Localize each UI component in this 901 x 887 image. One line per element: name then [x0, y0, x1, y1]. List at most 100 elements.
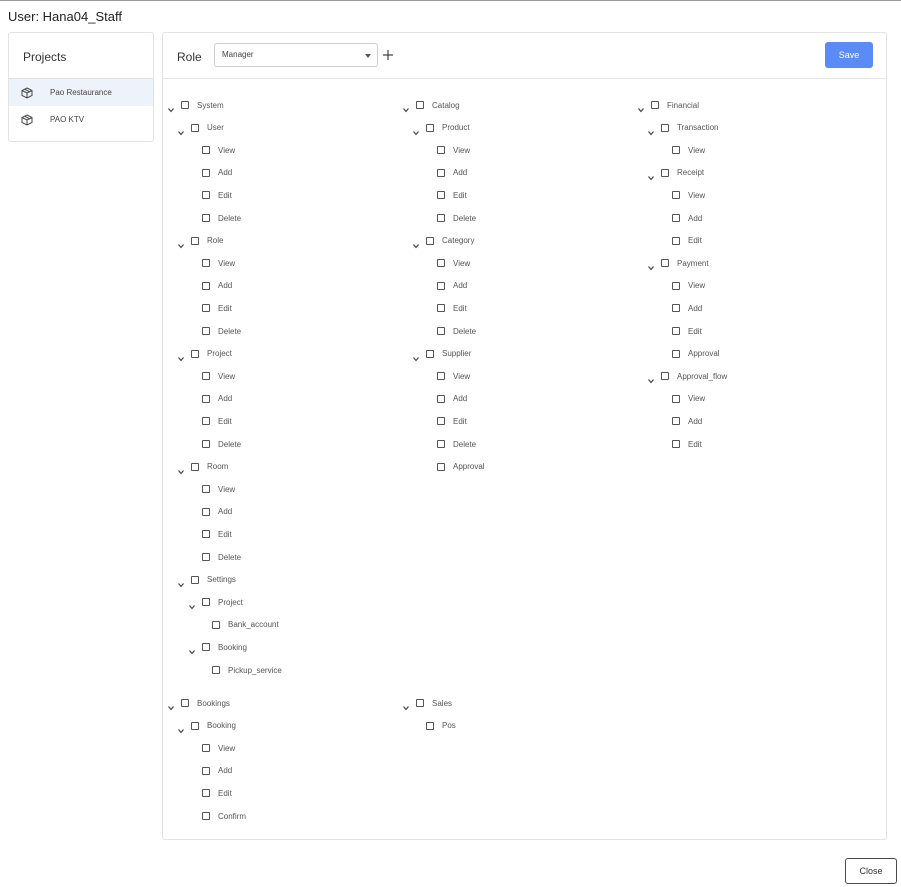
- permission-checkbox[interactable]: [426, 349, 434, 358]
- permission-checkbox[interactable]: [202, 214, 210, 222]
- permission-checkbox[interactable]: [202, 553, 210, 561]
- permission-checkbox[interactable]: [181, 101, 189, 109]
- chevron-down-icon[interactable]: [188, 643, 196, 655]
- chevron-down-icon[interactable]: [177, 124, 185, 136]
- save-button[interactable]: Save: [825, 42, 873, 68]
- chevron-down-icon[interactable]: [402, 699, 410, 711]
- chevron-down-icon[interactable]: [177, 463, 185, 475]
- chevron-down-icon[interactable]: [177, 237, 185, 249]
- permission-checkbox[interactable]: [202, 440, 210, 448]
- permission-checkbox[interactable]: [672, 191, 680, 200]
- permission-row: View: [437, 370, 470, 382]
- permission-checkbox[interactable]: [437, 168, 445, 177]
- permission-checkbox[interactable]: [437, 372, 445, 381]
- chevron-down-icon[interactable]: [637, 101, 645, 113]
- permission-checkbox[interactable]: [191, 721, 199, 730]
- permission-checkbox[interactable]: [416, 101, 424, 109]
- permission-checkbox[interactable]: [212, 666, 220, 674]
- permission-checkbox[interactable]: [437, 417, 445, 426]
- permission-checkbox[interactable]: [191, 349, 199, 358]
- permission-checkbox[interactable]: [202, 789, 210, 798]
- permission-checkbox[interactable]: [181, 699, 189, 707]
- project-item-label: Pao Restaurance: [50, 88, 112, 97]
- chevron-down-icon[interactable]: [647, 124, 655, 136]
- permission-checkbox[interactable]: [202, 485, 210, 494]
- chevron-down-icon[interactable]: [647, 372, 655, 384]
- permission-checkbox[interactable]: [651, 101, 659, 109]
- permission-checkbox[interactable]: [437, 304, 445, 313]
- permission-label: Edit: [688, 439, 702, 449]
- permission-checkbox[interactable]: [661, 123, 669, 132]
- permission-checkbox[interactable]: [426, 721, 434, 730]
- chevron-down-icon[interactable]: [177, 722, 185, 734]
- permission-checkbox[interactable]: [202, 259, 210, 268]
- chevron-down-icon[interactable]: [412, 350, 420, 362]
- permission-checkbox[interactable]: [437, 259, 445, 268]
- permission-label: Add: [453, 168, 468, 178]
- close-button[interactable]: Close: [845, 858, 897, 884]
- permission-checkbox[interactable]: [672, 146, 680, 155]
- permission-checkbox[interactable]: [202, 598, 210, 607]
- permission-checkbox[interactable]: [202, 507, 210, 516]
- chevron-down-icon[interactable]: [177, 350, 185, 362]
- permission-checkbox[interactable]: [202, 530, 210, 539]
- permission-checkbox[interactable]: [202, 281, 210, 290]
- permission-checkbox[interactable]: [672, 417, 680, 426]
- permission-checkbox[interactable]: [202, 744, 210, 753]
- permission-checkbox[interactable]: [426, 123, 434, 132]
- permission-checkbox[interactable]: [202, 394, 210, 403]
- permission-checkbox[interactable]: [437, 191, 445, 200]
- permission-checkbox[interactable]: [437, 462, 445, 471]
- permission-checkbox[interactable]: [191, 123, 199, 132]
- permission-checkbox[interactable]: [437, 146, 445, 155]
- permission-checkbox[interactable]: [672, 394, 680, 403]
- permission-checkbox[interactable]: [661, 168, 669, 177]
- permission-checkbox[interactable]: [672, 214, 680, 222]
- chevron-down-icon[interactable]: [647, 169, 655, 181]
- permission-checkbox[interactable]: [202, 812, 210, 820]
- permission-checkbox[interactable]: [202, 327, 210, 335]
- permission-checkbox[interactable]: [437, 394, 445, 403]
- permission-checkbox[interactable]: [437, 281, 445, 290]
- permission-checkbox[interactable]: [202, 168, 210, 177]
- permission-checkbox[interactable]: [202, 304, 210, 313]
- permission-checkbox[interactable]: [191, 236, 199, 245]
- chevron-down-icon[interactable]: [177, 576, 185, 588]
- permission-checkbox[interactable]: [191, 575, 199, 584]
- permission-checkbox[interactable]: [672, 236, 680, 245]
- permission-checkbox[interactable]: [426, 236, 434, 245]
- permission-checkbox[interactable]: [661, 259, 669, 268]
- permission-checkbox[interactable]: [672, 349, 680, 358]
- permission-row: Edit: [202, 302, 232, 314]
- permission-checkbox[interactable]: [672, 304, 680, 313]
- project-item-pao-ktv[interactable]: PAO KTV: [9, 106, 153, 133]
- permission-checkbox[interactable]: [202, 417, 210, 426]
- chevron-down-icon[interactable]: [402, 101, 410, 113]
- chevron-down-icon[interactable]: [412, 237, 420, 249]
- permission-checkbox[interactable]: [437, 327, 445, 335]
- chevron-down-icon[interactable]: [167, 699, 175, 711]
- project-item-pao-restaurance[interactable]: Pao Restaurance: [9, 79, 153, 106]
- permission-label: User: [207, 123, 224, 133]
- chevron-down-icon[interactable]: [647, 259, 655, 271]
- add-role-button[interactable]: [382, 48, 394, 60]
- permission-checkbox[interactable]: [202, 766, 210, 775]
- permission-checkbox[interactable]: [202, 372, 210, 381]
- permission-checkbox[interactable]: [437, 440, 445, 448]
- permission-checkbox[interactable]: [661, 372, 669, 381]
- permission-checkbox[interactable]: [212, 620, 220, 629]
- role-select[interactable]: Manager: [214, 43, 378, 67]
- permission-checkbox[interactable]: [202, 146, 210, 155]
- chevron-down-icon[interactable]: [188, 598, 196, 610]
- permission-checkbox[interactable]: [672, 281, 680, 290]
- permission-checkbox[interactable]: [672, 327, 680, 335]
- permission-checkbox[interactable]: [672, 440, 680, 448]
- chevron-down-icon[interactable]: [167, 101, 175, 113]
- permission-label: Catalog: [432, 100, 460, 110]
- permission-checkbox[interactable]: [202, 191, 210, 200]
- permission-checkbox[interactable]: [191, 462, 199, 471]
- chevron-down-icon[interactable]: [412, 124, 420, 136]
- permission-checkbox[interactable]: [437, 214, 445, 222]
- permission-checkbox[interactable]: [202, 643, 210, 652]
- permission-checkbox[interactable]: [416, 699, 424, 707]
